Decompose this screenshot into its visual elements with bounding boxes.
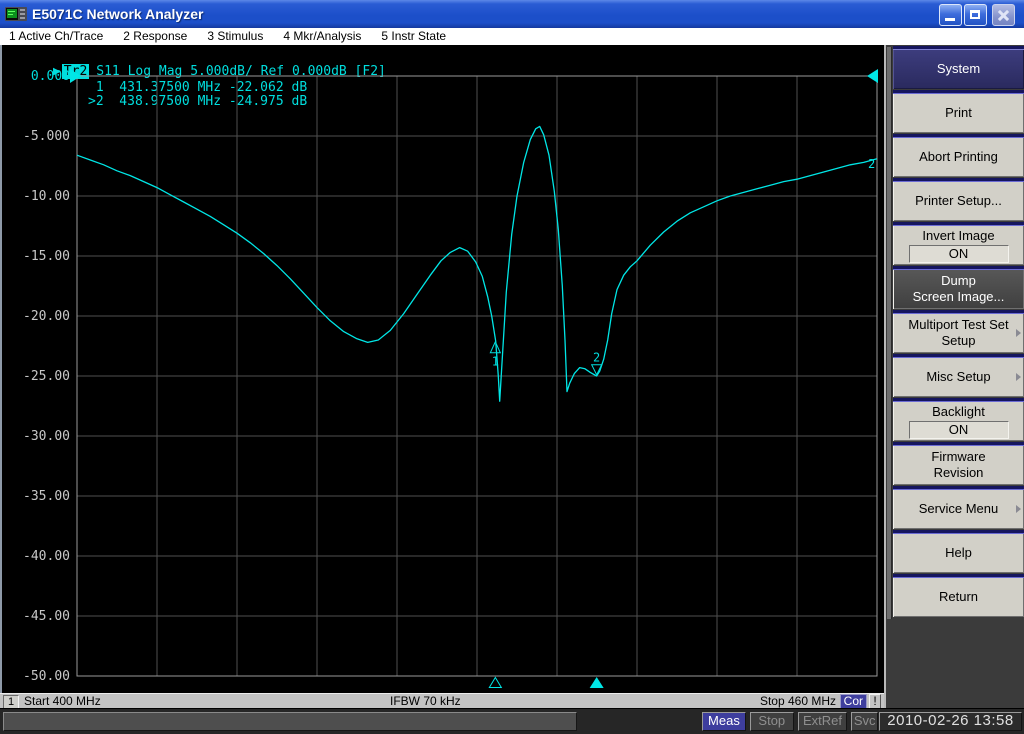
softkey-abort-printing[interactable]: Abort Printing xyxy=(893,134,1024,177)
marker-number: 2 xyxy=(593,351,600,365)
submenu-arrow-icon xyxy=(1016,505,1021,513)
softkey-backlight[interactable]: Backlight ON xyxy=(893,398,1024,441)
softkey-header-system[interactable]: System xyxy=(893,46,1024,89)
softkey-list: System Print Abort Printing Printer Setup..… xyxy=(893,46,1024,618)
softkey-label: Dump xyxy=(941,273,976,288)
softkey-label: Print xyxy=(945,105,972,120)
softkey-label: Return xyxy=(938,589,979,604)
stop-frequency-label: Stop 460 MHz xyxy=(759,694,836,708)
y-tick-label: -30.00 xyxy=(23,429,70,444)
status-indicator-extref: ExtRef xyxy=(797,712,848,731)
restore-icon xyxy=(970,10,980,19)
title-bar: E5071C Network Analyzer xyxy=(0,0,1024,28)
softkey-label: Printer Setup... xyxy=(915,193,1002,208)
softkey-invert-image[interactable]: Invert Image ON xyxy=(893,222,1024,265)
softkey-label-2: Screen Image... xyxy=(912,289,1005,304)
softkey-label-2: Setup xyxy=(941,333,976,348)
status-indicators: Meas Stop ExtRef Svc xyxy=(702,712,879,731)
menu-item-1-active-ch-trace[interactable]: 1 Active Ch/Trace xyxy=(9,28,103,45)
y-tick-label: -25.00 xyxy=(23,369,70,384)
softkey-multiport-test-set-setup[interactable]: Multiport Test Set Setup xyxy=(893,310,1024,353)
correction-badge: Cor xyxy=(839,694,867,709)
marker-1-stimulus-indicator xyxy=(488,676,503,688)
softkey-label: Help xyxy=(945,545,972,560)
softkey-service-menu[interactable]: Service Menu xyxy=(893,486,1024,529)
minimize-icon xyxy=(945,18,955,21)
y-tick-label: -5.000 xyxy=(23,129,70,144)
trace-end-label: 2 xyxy=(868,157,875,171)
status-indicator-meas: Meas xyxy=(702,712,746,731)
menu-item-5-instr-state[interactable]: 5 Instr State xyxy=(381,28,446,45)
submenu-arrow-icon xyxy=(1016,373,1021,381)
y-tick-label: -35.00 xyxy=(23,489,70,504)
alert-badge: ! xyxy=(869,694,881,709)
ifbw-label: IFBW 70 kHz xyxy=(390,694,461,708)
softkey-print[interactable]: Print xyxy=(893,90,1024,133)
status-indicator-svc: Svc xyxy=(851,712,879,731)
softkey-firmware-revision[interactable]: Firmware Revision xyxy=(893,442,1024,485)
stimulus-bar: 1 Start 400 MHz IFBW 70 kHz Stop 460 MHz… xyxy=(0,693,884,709)
y-tick-label: -45.00 xyxy=(23,609,70,624)
softkey-toggle-value: ON xyxy=(908,244,1009,263)
y-tick-label: -40.00 xyxy=(23,549,70,564)
softkey-scrollbar[interactable] xyxy=(887,47,892,619)
s11-plot: 0.000 -5.000 -10.00 -15.00 -20.00 -25.00 -30.0… xyxy=(23,69,878,688)
close-button[interactable] xyxy=(992,4,1015,26)
softkey-sidebar: System Print Abort Printing Printer Setup..… xyxy=(884,45,1024,708)
grid xyxy=(77,76,877,676)
menu-item-2-response[interactable]: 2 Response xyxy=(123,28,187,45)
reference-level-marker-right xyxy=(867,69,878,83)
softkey-label: Abort Printing xyxy=(919,149,998,164)
softkey-misc-setup[interactable]: Misc Setup xyxy=(893,354,1024,397)
menu-bar: 1 Active Ch/Trace 2 Response 3 Stimulus 4 M… xyxy=(0,28,1024,45)
softkey-label: Multiport Test Set xyxy=(908,317,1009,332)
instrument-status-bar: Meas Stop ExtRef Svc 2010-02-26 13:58 xyxy=(0,708,1024,734)
menu-item-4-mkr-analysis[interactable]: 4 Mkr/Analysis xyxy=(283,28,361,45)
reference-level-marker-left xyxy=(70,69,81,83)
start-frequency-label: Start 400 MHz xyxy=(24,694,101,708)
marker-number: 1 xyxy=(492,355,499,369)
marker-2-stimulus-indicator xyxy=(589,677,604,688)
softkey-dump-screen-image[interactable]: Dump Screen Image... xyxy=(893,266,1024,309)
window-title: E5071C Network Analyzer xyxy=(32,6,204,22)
submenu-arrow-icon xyxy=(1016,329,1021,337)
softkey-help[interactable]: Help xyxy=(893,530,1024,573)
softkey-label: Firmware xyxy=(931,449,986,464)
softkey-label-2: Revision xyxy=(933,465,984,480)
close-icon xyxy=(996,8,1011,23)
softkey-return[interactable]: Return xyxy=(893,574,1024,617)
y-tick-label: -20.00 xyxy=(23,309,70,324)
app-window: E5071C Network Analyzer 1 Active Ch/Trac… xyxy=(0,0,1024,734)
y-tick-label: -15.00 xyxy=(23,249,70,264)
restore-button[interactable] xyxy=(964,4,987,26)
channel-number: 1 xyxy=(3,695,19,709)
softkey-label: Invert Image xyxy=(922,227,995,243)
graph-area: ▶ Tr2 S11 Log Mag 5.000dB/ Ref 0.000dB [F2… xyxy=(0,45,884,693)
datetime-display: 2010-02-26 13:58 xyxy=(879,712,1022,731)
app-icon xyxy=(5,6,27,22)
softkey-printer-setup[interactable]: Printer Setup... xyxy=(893,178,1024,221)
menu-item-3-stimulus[interactable]: 3 Stimulus xyxy=(207,28,263,45)
softkey-label: Misc Setup xyxy=(926,369,991,384)
marker-1-symbol: 1 xyxy=(489,340,502,369)
softkey-toggle-value: ON xyxy=(908,420,1009,439)
y-tick-label: -10.00 xyxy=(23,189,70,204)
y-tick-label: -50.00 xyxy=(23,669,70,684)
softkey-label: Backlight xyxy=(932,403,985,419)
minimize-button[interactable] xyxy=(939,4,962,26)
status-indicator-stop: Stop xyxy=(749,712,794,731)
message-panel xyxy=(3,712,577,731)
softkey-label: System xyxy=(936,61,981,76)
softkey-label: Service Menu xyxy=(918,501,999,516)
y-tick-label: 0.000 xyxy=(31,69,70,84)
